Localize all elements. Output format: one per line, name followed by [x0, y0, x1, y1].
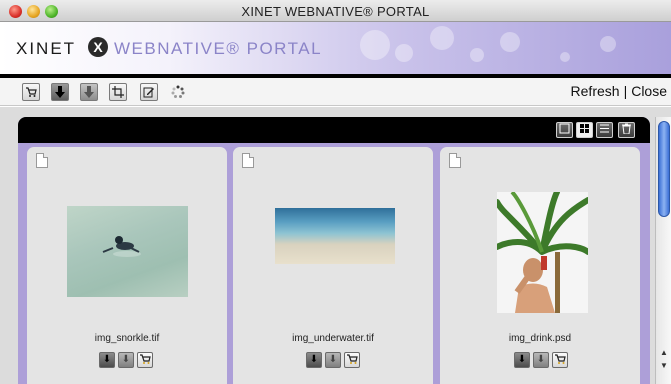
- cart-icon[interactable]: [22, 83, 40, 101]
- asset-filename: img_underwater.tif: [292, 333, 374, 344]
- download-icon[interactable]: [51, 83, 69, 101]
- document-icon: [36, 153, 48, 168]
- asset-card[interactable]: img_underwater.tif ⬇ ⬇: [233, 147, 433, 384]
- download-alt-icon[interactable]: ⬇: [533, 352, 549, 368]
- spinner-icon: [169, 83, 187, 101]
- portal-banner: XINET X WEBNATIVE® PORTAL: [0, 22, 671, 74]
- scroll-up-arrow-icon[interactable]: ▲: [658, 347, 670, 359]
- asset-card[interactable]: img_snorkle.tif ⬇ ⬇: [27, 147, 227, 384]
- brand-name: XINET: [16, 39, 77, 58]
- title-bar: XINET WEBNATIVE® PORTAL: [0, 0, 671, 22]
- download-alt-icon[interactable]: ⬇: [325, 352, 341, 368]
- list-icon[interactable]: [596, 122, 613, 138]
- scroll-thumb[interactable]: [658, 121, 670, 217]
- close-link[interactable]: Close: [631, 83, 667, 99]
- scroll-down-arrow-icon[interactable]: ▼: [658, 360, 670, 372]
- vertical-scrollbar[interactable]: ▲ ▼: [655, 117, 671, 384]
- asset-filename: img_snorkle.tif: [94, 333, 160, 344]
- grid-large-icon[interactable]: [556, 122, 573, 138]
- cart-icon[interactable]: [137, 352, 153, 368]
- window-title: XINET WEBNATIVE® PORTAL: [241, 4, 430, 19]
- thumbnail-snorkel-image[interactable]: [67, 206, 188, 297]
- document-icon: [242, 153, 254, 168]
- cart-icon[interactable]: [552, 352, 568, 368]
- card-actions: ⬇ ⬇: [306, 352, 360, 368]
- trash-icon[interactable]: [618, 122, 635, 138]
- toolbar-links: Refresh | Close: [571, 83, 667, 99]
- document-icon: [449, 153, 461, 168]
- product-name: WEBNATIVE® PORTAL: [114, 39, 323, 58]
- asset-panel: img_snorkle.tif ⬇ ⬇ img_underwater.tif ⬇…: [18, 117, 650, 384]
- grid-small-icon[interactable]: [576, 122, 593, 138]
- download-icon[interactable]: ⬇: [99, 352, 115, 368]
- link-separator: |: [623, 83, 628, 99]
- card-actions: ⬇ ⬇: [99, 352, 153, 368]
- thumbnail-underwater-image[interactable]: [275, 208, 395, 264]
- thumbnail-drink-image[interactable]: [497, 192, 588, 313]
- asset-filename: img_drink.psd: [508, 333, 572, 344]
- download-disabled-icon[interactable]: [80, 83, 98, 101]
- xinet-logo-icon: X: [88, 37, 108, 57]
- edit-icon[interactable]: [140, 83, 158, 101]
- asset-card[interactable]: img_drink.psd ⬇ ⬇: [440, 147, 640, 384]
- card-actions: ⬇ ⬇: [514, 352, 568, 368]
- cart-icon[interactable]: [344, 352, 360, 368]
- refresh-link[interactable]: Refresh: [571, 83, 620, 99]
- download-icon[interactable]: ⬇: [514, 352, 530, 368]
- crop-icon[interactable]: [109, 83, 127, 101]
- panel-header: [18, 117, 650, 143]
- download-icon[interactable]: ⬇: [306, 352, 322, 368]
- download-alt-icon[interactable]: ⬇: [118, 352, 134, 368]
